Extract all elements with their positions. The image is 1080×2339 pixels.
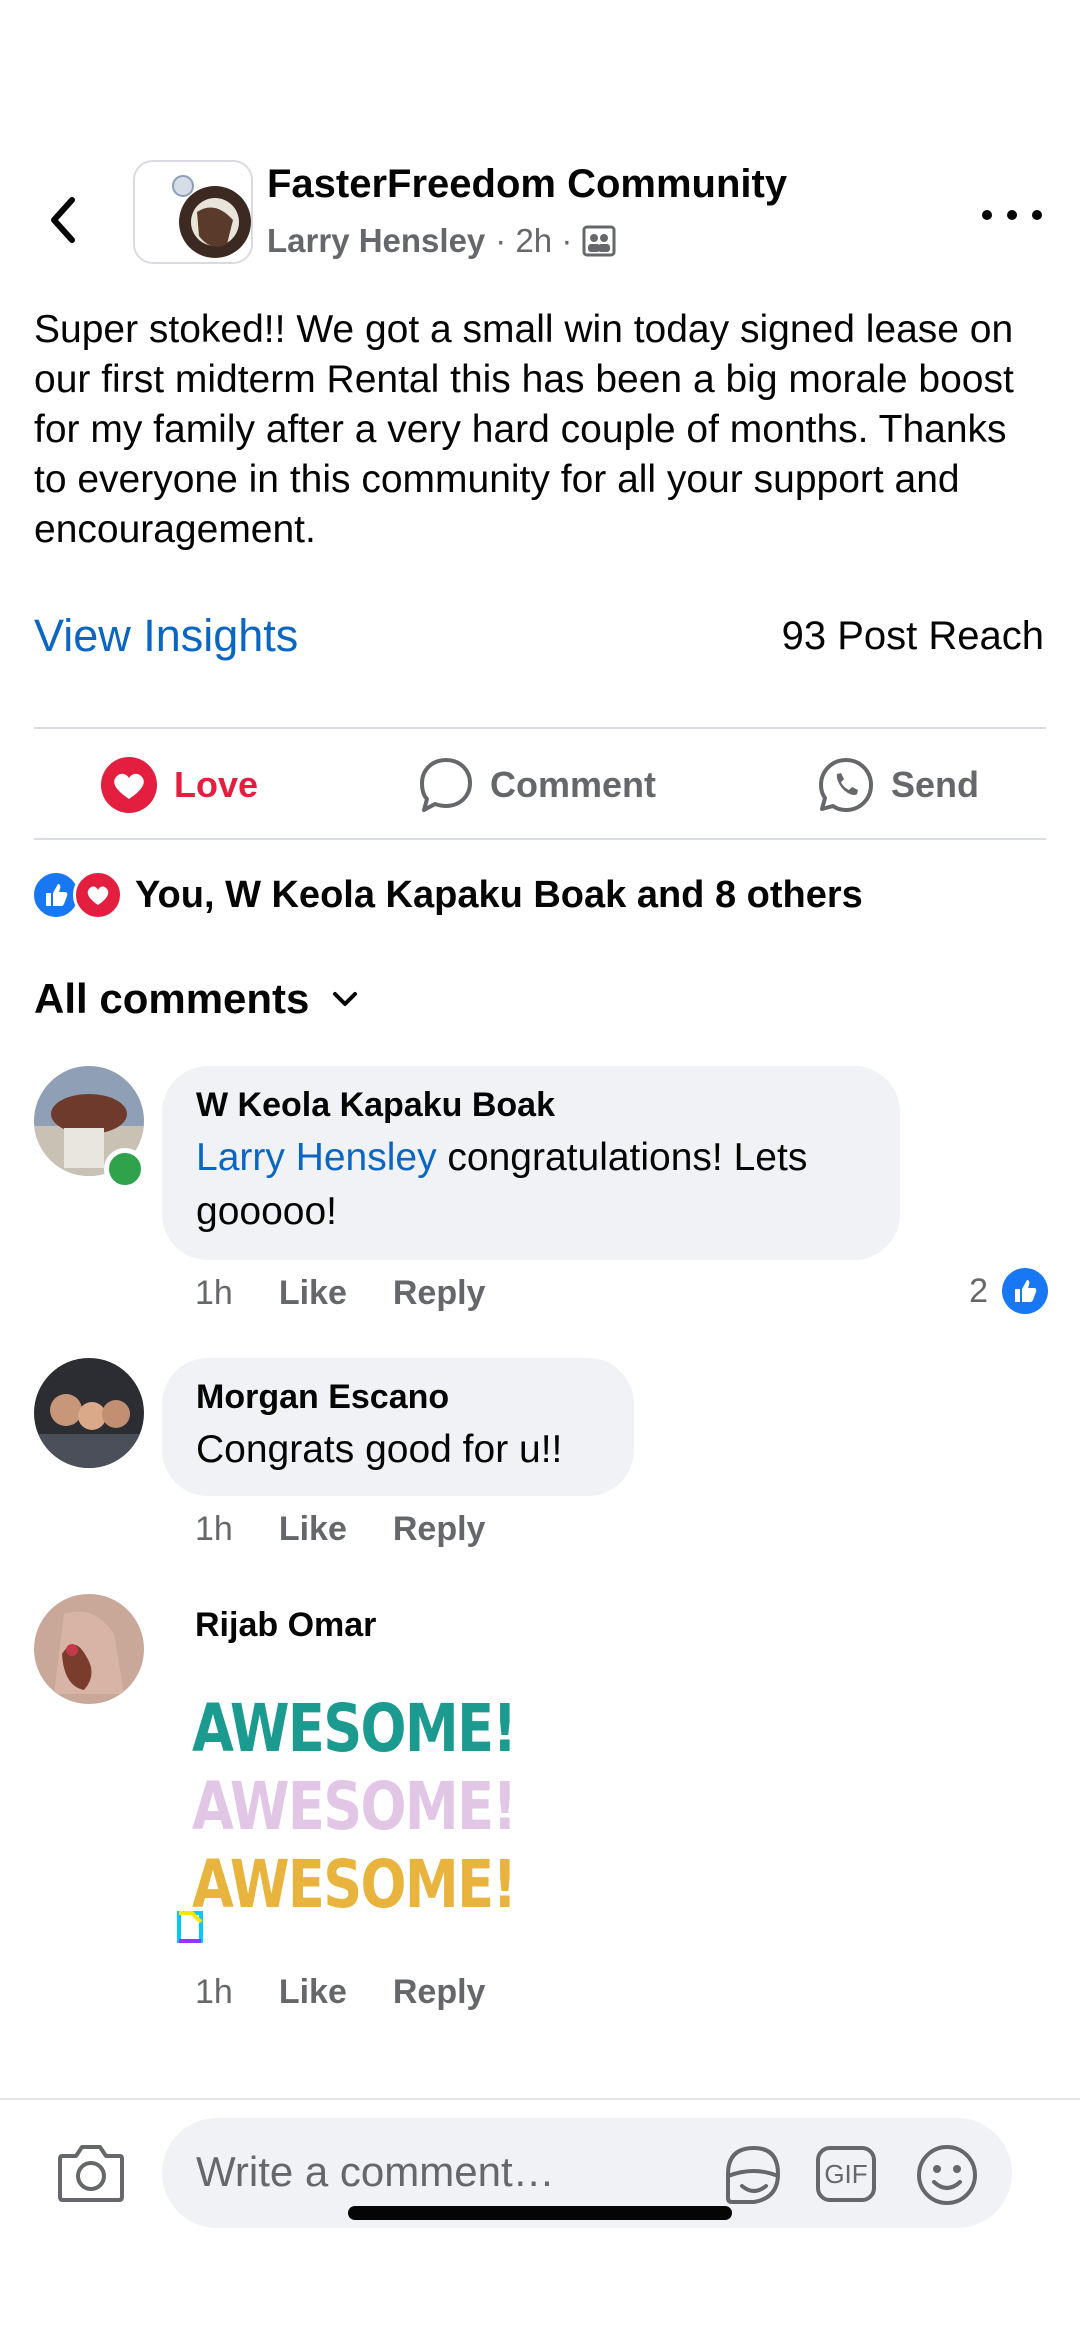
emoji-icon[interactable] <box>916 2144 978 2206</box>
post-meta: Larry Hensley · 2h · <box>267 222 616 260</box>
comment-time: 1h <box>195 1274 233 1312</box>
online-status-dot <box>104 1148 146 1190</box>
post-header: FasterFreedom Community Larry Hensley · … <box>0 150 1080 280</box>
like-comment-button[interactable]: Like <box>279 1274 347 1313</box>
comment-actions: 1h Like Reply <box>195 1274 485 1313</box>
comment-author[interactable]: Rijab Omar <box>195 1606 376 1645</box>
comment-actions: 1h Like Reply <box>195 1973 485 2012</box>
avatar-sticker-icon[interactable] <box>718 2140 788 2210</box>
comment-bubble[interactable]: Morgan Escano Congrats good for u!! <box>162 1358 634 1496</box>
more-options-button[interactable] <box>982 195 1042 235</box>
comment-input-placeholder: Write a comment… <box>196 2148 555 2195</box>
comment-time: 1h <box>195 1510 233 1548</box>
dot <box>1007 210 1017 220</box>
comment-bubble[interactable]: W Keola Kapaku Boak Larry Hensley congra… <box>162 1066 900 1260</box>
reactions-text: You, W Keola Kapaku Boak and 8 others <box>135 873 863 916</box>
comment-text: Congrats good for u!! <box>196 1428 563 1471</box>
camera-icon[interactable] <box>56 2142 126 2204</box>
sticker-line: AWESOME! <box>192 1768 517 1845</box>
post-time: · 2h · <box>495 222 573 259</box>
giphy-icon <box>177 1911 203 1943</box>
post-reach: 93 Post Reach <box>781 614 1044 658</box>
reactions-summary[interactable]: You, W Keola Kapaku Boak and 8 others <box>31 870 863 920</box>
post-text: Super stoked!! We got a small win today … <box>34 308 1014 551</box>
dot <box>982 210 992 220</box>
group-name[interactable]: FasterFreedom Community <box>267 162 787 207</box>
group-audience-icon <box>582 225 616 257</box>
commenter-avatar[interactable] <box>34 1358 144 1468</box>
reply-comment-button[interactable]: Reply <box>393 1274 486 1313</box>
comment-label: Comment <box>490 764 657 805</box>
group-avatar[interactable] <box>133 160 253 264</box>
commenter-avatar[interactable] <box>34 1594 144 1704</box>
comment-time: 1h <box>195 1973 233 2011</box>
back-button[interactable] <box>38 190 88 250</box>
view-insights-link[interactable]: View Insights <box>34 610 298 662</box>
comment-text: Larry Hensley congratulations! Lets gooo… <box>196 1131 866 1239</box>
love-button[interactable]: Love <box>100 750 258 820</box>
like-reaction-icon <box>1002 1268 1048 1314</box>
like-comment-button[interactable]: Like <box>279 1973 347 2012</box>
awesome-sticker[interactable]: AWESOME! AWESOME! AWESOME! <box>192 1690 517 1924</box>
reply-comment-button[interactable]: Reply <box>393 1973 486 2012</box>
whatsapp-icon <box>819 758 873 812</box>
home-indicator <box>348 2206 732 2220</box>
comments-filter-dropdown[interactable]: All comments <box>34 975 359 1023</box>
gif-button[interactable]: GIF <box>816 2146 876 2202</box>
comment-author[interactable]: Morgan Escano <box>196 1378 600 1417</box>
comment-actions: 1h Like Reply <box>195 1510 485 1549</box>
comment-button[interactable]: Comment <box>418 750 656 820</box>
sticker-line: AWESOME! <box>192 1690 517 1767</box>
divider <box>34 838 1046 840</box>
author-name[interactable]: Larry Hensley <box>267 222 485 260</box>
chevron-left-icon <box>51 197 75 243</box>
comments-filter-label: All comments <box>34 975 310 1022</box>
divider <box>34 727 1046 729</box>
chevron-down-icon <box>333 992 358 1006</box>
sticker-line: AWESOME! <box>192 1846 517 1923</box>
like-comment-button[interactable]: Like <box>279 1510 347 1549</box>
love-reaction-icon <box>73 870 123 920</box>
comment-like-count[interactable]: 2 <box>969 1268 1048 1314</box>
love-reaction-icon <box>101 757 157 813</box>
dot <box>1032 210 1042 220</box>
comment-icon <box>420 758 472 812</box>
send-label: Send <box>891 764 980 805</box>
send-button[interactable]: Send <box>817 750 979 820</box>
comment-author[interactable]: W Keola Kapaku Boak <box>196 1086 866 1125</box>
love-label: Love <box>174 764 259 805</box>
reply-comment-button[interactable]: Reply <box>393 1510 486 1549</box>
like-count-value: 2 <box>969 1271 988 1310</box>
mention-link[interactable]: Larry Hensley <box>196 1136 437 1179</box>
